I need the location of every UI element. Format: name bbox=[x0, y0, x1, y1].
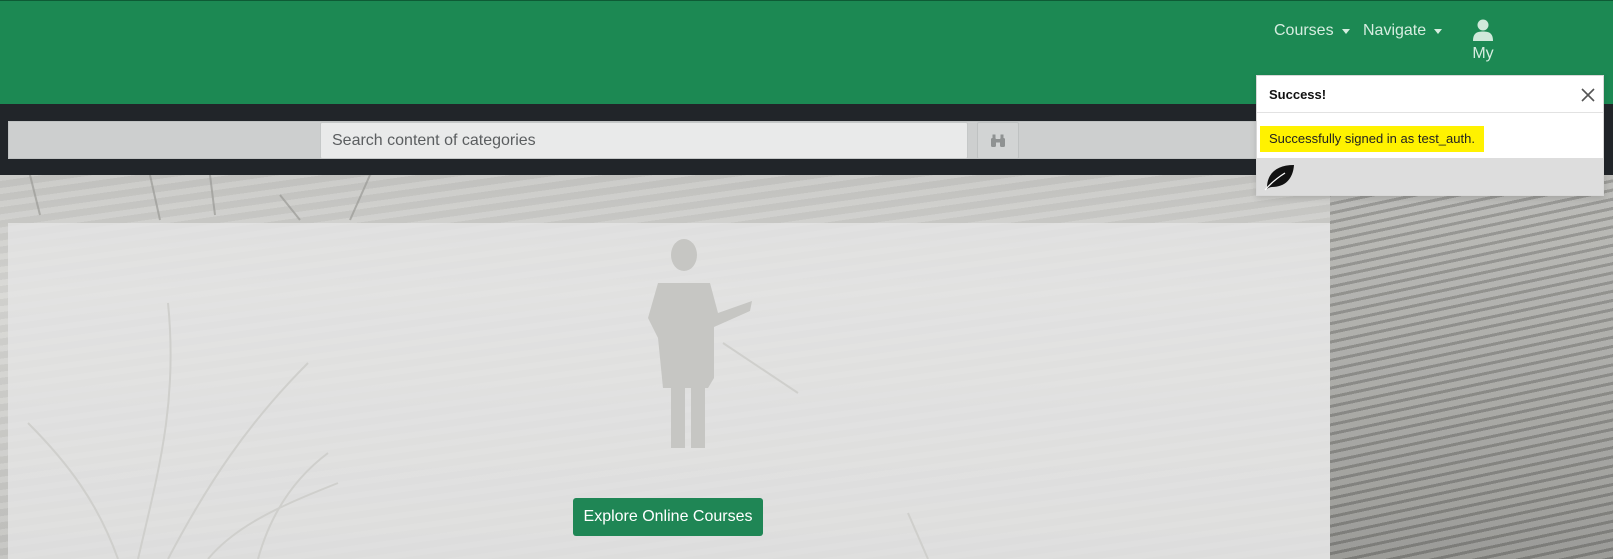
close-icon[interactable] bbox=[1579, 86, 1597, 104]
nav-navigate-label: Navigate bbox=[1363, 22, 1427, 39]
nav-navigate-dropdown[interactable]: Navigate bbox=[1363, 20, 1443, 42]
nav-courses-label: Courses bbox=[1274, 22, 1334, 39]
toast-title: Success! bbox=[1269, 87, 1327, 102]
toast-body: Successfully signed in as test_auth. bbox=[1257, 114, 1603, 158]
explore-courses-button[interactable]: Explore Online Courses bbox=[573, 498, 763, 536]
toast-footer bbox=[1257, 158, 1603, 195]
nav-courses-dropdown[interactable]: Courses bbox=[1274, 20, 1350, 42]
leaf-icon bbox=[1264, 165, 1294, 191]
search-input[interactable] bbox=[320, 122, 968, 159]
success-toast: Success! Successfully signed in as test_… bbox=[1256, 75, 1604, 196]
hero-water-area bbox=[1330, 175, 1613, 559]
toast-message: Successfully signed in as test_auth. bbox=[1260, 126, 1484, 152]
user-menu-label: My bbox=[1472, 45, 1494, 62]
binoculars-icon bbox=[991, 134, 1005, 147]
user-menu-button[interactable]: My bbox=[1466, 17, 1500, 77]
chevron-down-icon bbox=[1341, 28, 1350, 34]
chevron-down-icon bbox=[1434, 28, 1443, 34]
toast-header: Success! bbox=[1257, 76, 1603, 113]
hero-background bbox=[0, 175, 1613, 559]
user-icon bbox=[1473, 19, 1493, 41]
search-button[interactable] bbox=[977, 122, 1019, 159]
